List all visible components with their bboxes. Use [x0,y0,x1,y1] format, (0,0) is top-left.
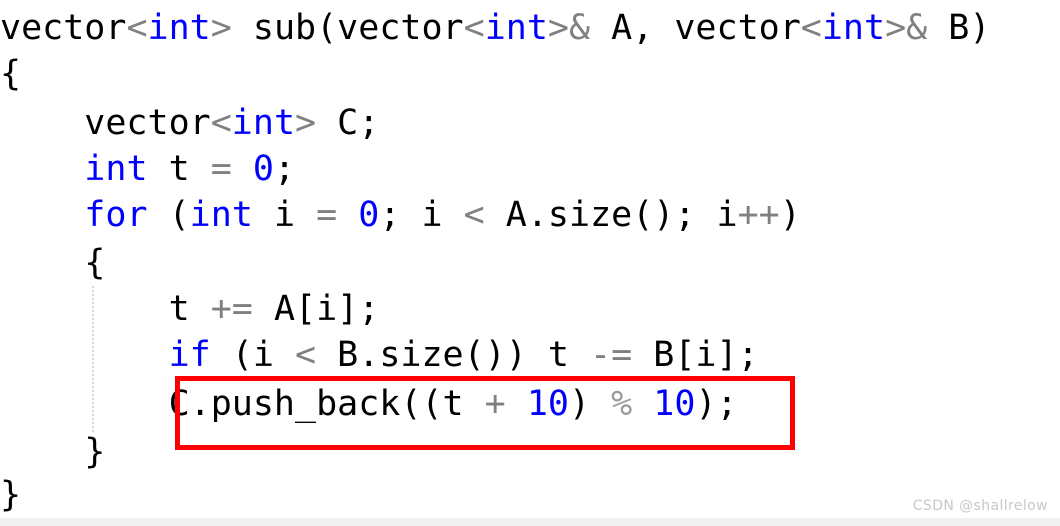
token-plain: t [0,289,211,329]
code-line-9[interactable]: C.push_back((t + 10) % 10); [0,381,738,427]
code-line-5[interactable]: for (int i = 0; i < A.size(); i++) [0,192,801,238]
token-plain: t [147,149,211,189]
token-plain: (i [210,335,296,375]
token-plain: ) [779,195,801,235]
token-operator: += [210,289,253,329]
code-line-4[interactable]: int t = 0; [0,146,295,192]
token-operator: >& [547,8,591,48]
token-operator: < [210,103,232,143]
token-plain: { [0,54,22,94]
token-plain: B[i]; [632,335,759,375]
code-screenshot: vector<int> sub(vector<int>& A, vector<i… [0,0,1060,526]
token-operator: -= [590,335,633,375]
token-keyword: if [168,335,211,375]
token-plain: ( [147,195,190,235]
token-plain: ); [695,384,738,424]
token-operator: = [210,149,232,189]
code-line-10[interactable]: } [0,429,105,475]
code-line-11[interactable]: } [0,472,21,518]
token-plain: vector [0,8,127,48]
indent-guide-line [92,286,94,434]
token-plain: A.size(); i [484,195,738,235]
token-plain: sub(vector [231,8,464,48]
token-operator: < [126,8,148,48]
token-plain: i [252,195,317,235]
csdn-watermark: CSDN @shallrelow [912,498,1048,514]
token-plain: A, vector [590,8,801,48]
token-plain: A[i]; [252,289,380,329]
token-keyword: int [84,149,148,189]
token-plain: ; [273,149,296,189]
token-plain: { [0,243,106,283]
token-plain: ) [568,384,612,424]
token-plain: ; i [379,195,464,235]
token-operator: = [316,195,338,235]
token-number: 0 [358,195,380,235]
token-operator: > [295,103,317,143]
token-operator: > [210,8,232,48]
token-number: 10 [653,384,696,424]
token-plain: B.size()) t [316,335,591,375]
token-operator: < [463,195,485,235]
token-keyword: int [147,8,211,48]
token-operator: < [295,335,317,375]
token-plain: C.push_back((t [0,384,485,424]
token-plain: } [0,475,22,515]
code-line-7[interactable]: t += A[i]; [0,286,380,332]
bottom-strip [0,518,1060,526]
token-keyword: int [231,103,296,143]
token-keyword: for [84,195,148,235]
code-line-8[interactable]: if (i < B.size()) t -= B[i]; [0,332,759,378]
code-editor-surface[interactable]: vector<int> sub(vector<int>& A, vector<i… [0,0,1060,518]
token-operator: ++ [737,195,780,235]
token-keyword: int [484,8,548,48]
token-plain: } [0,432,106,472]
token-operator: < [463,8,485,48]
token-plain: C; [316,103,380,143]
code-line-6[interactable]: { [0,240,105,286]
code-line-3[interactable]: vector<int> C; [0,100,379,146]
token-number: 0 [252,149,274,189]
token-plain: vector [0,103,211,143]
token-keyword: int [189,195,253,235]
code-line-1[interactable]: vector<int> sub(vector<int>& A, vector<i… [0,5,990,51]
token-operator-light: % [611,384,633,424]
token-keyword: int [821,8,886,48]
code-line-2[interactable]: { [0,51,21,97]
token-operator: < [800,8,822,48]
token-operator: + [484,384,506,424]
token-operator: >& [885,8,928,48]
token-plain: B) [927,8,991,48]
token-number: 10 [526,384,569,424]
